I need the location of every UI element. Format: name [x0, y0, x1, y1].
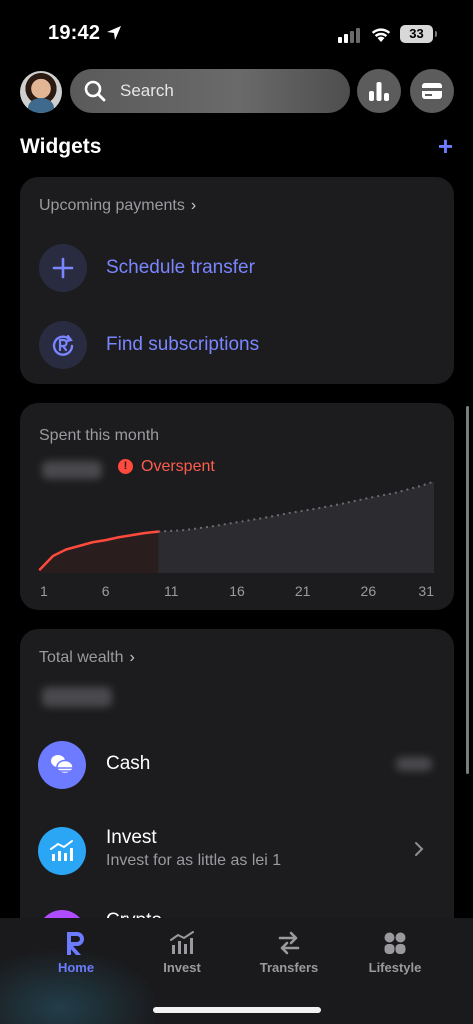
total-wealth-header[interactable]: Total wealth › [39, 649, 135, 667]
tab-transfers[interactable]: Transfers [244, 930, 334, 980]
tab-home[interactable]: Home [31, 930, 121, 980]
bottom-tab-bar: Home Invest Transfers Lifestyle [0, 918, 473, 1024]
total-wealth-amount-hidden [42, 687, 112, 707]
total-wealth-label: Total wealth [39, 649, 124, 666]
search-bar[interactable]: Search [70, 69, 350, 113]
plus-icon [52, 257, 74, 279]
schedule-transfer-icon-button[interactable] [39, 244, 87, 292]
find-subscriptions-icon-button[interactable] [39, 321, 87, 369]
status-bar: 19:42 33 [0, 0, 473, 62]
analytics-icon [369, 82, 389, 101]
status-time: 19:42 [48, 22, 101, 44]
tab-lifestyle-label: Lifestyle [368, 960, 422, 975]
x-tick-label: 16 [229, 583, 245, 599]
tab-invest-label: Invest [163, 960, 201, 975]
lifestyle-icon [384, 932, 406, 954]
subscription-icon [52, 334, 74, 356]
card-icon [422, 83, 442, 99]
schedule-transfer-link[interactable]: Schedule transfer [106, 257, 255, 279]
invest-icon [170, 931, 194, 954]
cash-amount-hidden [396, 757, 432, 771]
crypto-icon [38, 910, 86, 918]
invest-title: Invest [106, 827, 157, 848]
x-tick-label: 21 [295, 583, 311, 599]
search-input[interactable]: Search [120, 81, 174, 101]
x-tick-label: 11 [164, 583, 179, 599]
crypto-title: Crypto [106, 910, 162, 918]
invest-chart-icon [50, 840, 73, 861]
coins-icon [51, 755, 74, 775]
chevron-right-icon: › [190, 197, 197, 214]
find-subscriptions-link[interactable]: Find subscriptions [106, 334, 259, 356]
x-tick-label: 6 [102, 583, 110, 599]
add-widget-button[interactable]: + [438, 133, 453, 159]
home-scroll-content[interactable]: Widgets + Upcoming payments › Schedule tr… [0, 122, 473, 918]
invest-subtitle: Invest for as little as lei 1 [106, 852, 282, 869]
wifi-icon [371, 28, 391, 42]
avatar[interactable] [20, 71, 62, 113]
x-tick-label: 31 [418, 583, 434, 599]
cards-button[interactable] [410, 69, 454, 113]
widgets-title: Widgets [20, 135, 102, 158]
tab-transfers-label: Transfers [259, 960, 319, 975]
x-tick-label: 26 [361, 583, 377, 599]
cash-icon-circle [38, 741, 86, 789]
upcoming-payments-card[interactable]: Upcoming payments › Schedule transfer Fin… [20, 177, 454, 384]
spent-chart: 1 6 11 16 21 26 31 [38, 480, 435, 599]
revolut-r-icon [67, 932, 84, 955]
upcoming-payments-header[interactable]: Upcoming payments › [39, 197, 196, 215]
cellular-signal-icon [338, 27, 364, 43]
total-wealth-card[interactable]: Total wealth › Cash Invest Invest for as… [20, 629, 454, 918]
chevron-right-icon [415, 842, 424, 856]
invest-icon-circle [38, 827, 86, 875]
location-arrow-icon [107, 26, 121, 40]
home-indicator [153, 1007, 321, 1013]
cash-title: Cash [106, 753, 151, 774]
upcoming-payments-label: Upcoming payments [39, 197, 185, 214]
spent-this-month-card[interactable]: Spent this month ! Overspent 1 6 11 16 21 26 3… [20, 403, 454, 610]
transfers-icon [278, 931, 300, 955]
x-tick-label: 1 [40, 583, 48, 599]
tab-home-label: Home [57, 960, 95, 975]
battery-indicator: 33 [400, 25, 437, 43]
search-icon [84, 80, 106, 102]
tab-invest[interactable]: Invest [137, 930, 227, 980]
analytics-button[interactable] [357, 69, 401, 113]
chevron-right-icon: › [129, 649, 135, 666]
scrollbar[interactable] [466, 406, 469, 774]
top-header: Search [0, 66, 473, 122]
projection-area [158, 481, 434, 573]
tab-lifestyle[interactable]: Lifestyle [350, 930, 440, 980]
